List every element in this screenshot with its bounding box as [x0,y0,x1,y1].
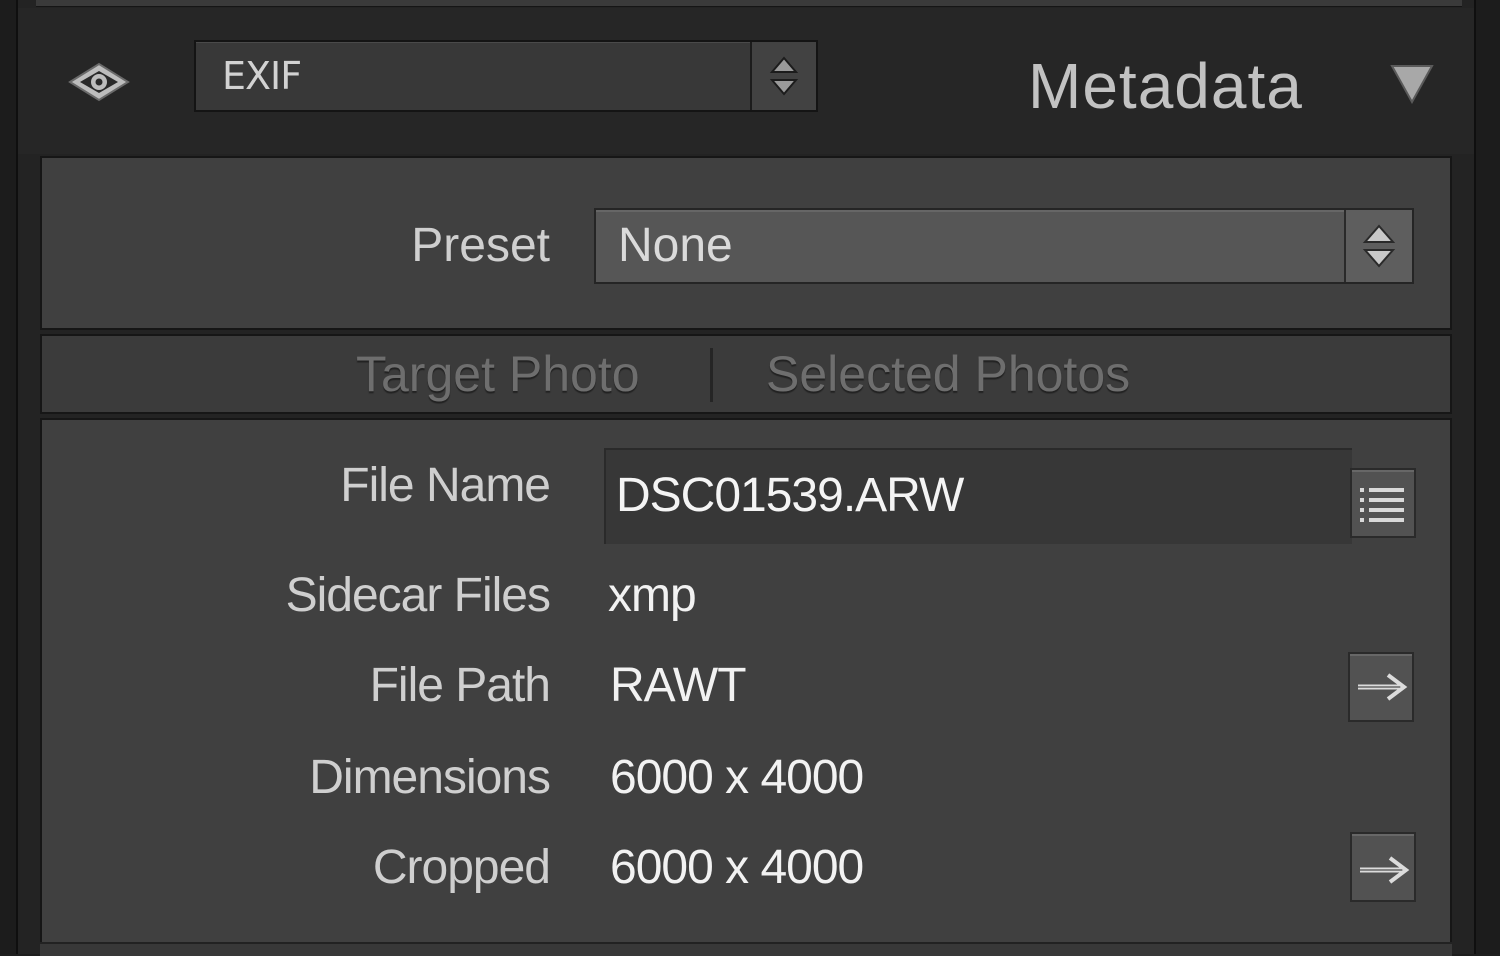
show-in-folder-button[interactable] [1348,652,1414,722]
metadata-set-stepper[interactable] [750,42,816,110]
arrow-right-icon [1360,856,1410,884]
preset-label: Preset [411,219,550,272]
go-to-crop-button[interactable] [1350,832,1416,902]
field-row-dimensions: Dimensions 6000 x 4000 [42,738,1450,818]
arrow-right-icon [1358,673,1408,701]
preset-section: Preset None [40,156,1452,330]
panel-title[interactable]: Metadata [1028,46,1303,126]
preset-stepper[interactable] [1344,210,1412,282]
file-name-list-button[interactable] [1350,468,1416,538]
previous-panel-edge [36,0,1462,7]
panel-left-edge [0,0,18,954]
target-toggle: Target Photo Selected Photos [40,334,1452,414]
preset-value: None [618,219,733,272]
preset-select[interactable]: None [594,208,1414,284]
metadata-set-select[interactable]: EXIF [194,40,818,112]
dimensions-label: Dimensions [309,751,551,804]
panel-header[interactable]: EXIF Metadata [18,8,1474,154]
sidecar-files-value: xmp [608,569,697,622]
selected-photos-tab[interactable]: Selected Photos [766,336,1130,412]
up-down-arrows-icon [769,56,799,96]
file-name-value: DSC01539.ARW [616,469,964,522]
file-name-field[interactable]: DSC01539.ARW [604,448,1352,544]
panel-right-edge [1474,0,1500,954]
list-icon [1360,488,1404,522]
cropped-value: 6000 x 4000 [610,841,864,894]
field-row-file-path: File Path RAWT [42,646,1450,726]
metadata-fields: File Name DSC01539.ARW Sidecar Files xmp… [40,418,1452,954]
eye-icon[interactable] [66,60,132,104]
file-path-value: RAWT [610,659,747,712]
metadata-set-value: EXIF [222,54,302,98]
up-down-arrows-icon [1362,224,1396,268]
dimensions-value: 6000 x 4000 [610,751,864,804]
sidecar-files-label: Sidecar Files [285,569,551,622]
toggle-divider [710,348,713,402]
field-row-sidecar-files: Sidecar Files xmp [42,556,1450,636]
cropped-label: Cropped [372,841,551,894]
triangle-down-icon[interactable] [1390,64,1434,104]
file-name-label: File Name [340,459,551,512]
target-photo-tab[interactable]: Target Photo [356,336,640,412]
field-row-cropped: Cropped 6000 x 4000 [42,828,1450,908]
file-path-label: File Path [369,659,551,712]
metadata-panel: EXIF Metadata Preset None Target Photo S… [0,0,1500,956]
